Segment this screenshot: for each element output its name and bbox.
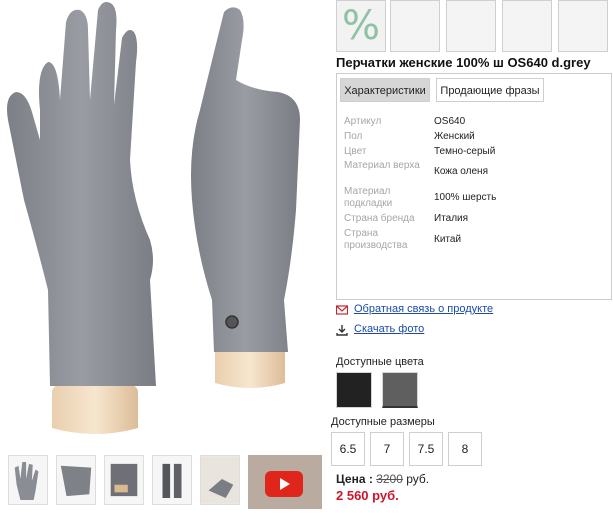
discount-badge: %	[336, 0, 386, 52]
spec-value: 100% шерсть	[434, 192, 497, 203]
badge-slot-3	[446, 0, 496, 52]
colors-label: Доступные цвета	[336, 356, 424, 368]
thumbnail-2[interactable]	[56, 455, 96, 505]
tab-characteristics[interactable]: Характеристики	[340, 78, 430, 102]
thumbnail-4[interactable]	[152, 455, 192, 505]
download-icon	[336, 325, 348, 336]
spec-key: Страна производства	[344, 228, 408, 251]
product-main-photo[interactable]	[0, 0, 330, 448]
feedback-link[interactable]: Обратная связь о продукте	[354, 303, 493, 315]
spec-value: Китай	[434, 234, 462, 245]
spec-key: Артикул	[344, 116, 382, 127]
thumbnail-5[interactable]	[200, 455, 240, 505]
tab-selling-phrases[interactable]: Продающие фразы	[436, 78, 544, 102]
spec-value: Женский	[434, 131, 475, 142]
color-swatch-dark-grey[interactable]	[382, 372, 418, 408]
badge-slot-2	[390, 0, 440, 52]
price-label: Цена :	[336, 472, 373, 486]
spec-value: Италия	[434, 213, 469, 224]
size-option[interactable]: 8	[448, 432, 482, 466]
size-option[interactable]: 7.5	[409, 432, 443, 466]
badge-slot-5	[558, 0, 608, 52]
spec-key: Материал верха	[344, 160, 420, 171]
percent-icon: %	[341, 3, 380, 49]
badge-slot-4	[502, 0, 552, 52]
spec-key: Материал подкладки	[344, 186, 393, 209]
spec-value: Кожа оленя	[434, 166, 488, 177]
size-option[interactable]: 7	[370, 432, 404, 466]
thumbnail-3[interactable]	[104, 455, 144, 505]
specs-panel: Характеристики Продающие фразы Артикул O…	[336, 73, 612, 300]
spec-value: OS640	[434, 116, 466, 127]
price-line: Цена : 3200 руб.	[336, 472, 429, 486]
product-title: Перчатки женские 100% ш OS640 d.grey	[336, 55, 591, 70]
color-swatch-black[interactable]	[336, 372, 372, 408]
new-price: 2 560 руб.	[336, 488, 399, 503]
spec-key: Страна бренда	[344, 213, 415, 224]
old-price: 3200	[376, 472, 403, 486]
mail-icon	[336, 305, 348, 315]
size-option[interactable]: 6.5	[331, 432, 365, 466]
download-photo-link[interactable]: Скачать фото	[354, 323, 424, 335]
spec-value: Темно-серый	[434, 146, 496, 157]
badges-row: %	[336, 0, 613, 52]
thumbnail-1[interactable]	[8, 455, 48, 505]
play-icon[interactable]	[265, 471, 303, 497]
spec-key: Пол	[344, 131, 363, 142]
price-currency: руб.	[406, 472, 430, 486]
spec-key: Цвет	[344, 146, 367, 157]
gloves-image	[7, 2, 300, 434]
video-thumbnail[interactable]	[248, 455, 322, 509]
sizes-label: Доступные размеры	[331, 416, 435, 428]
